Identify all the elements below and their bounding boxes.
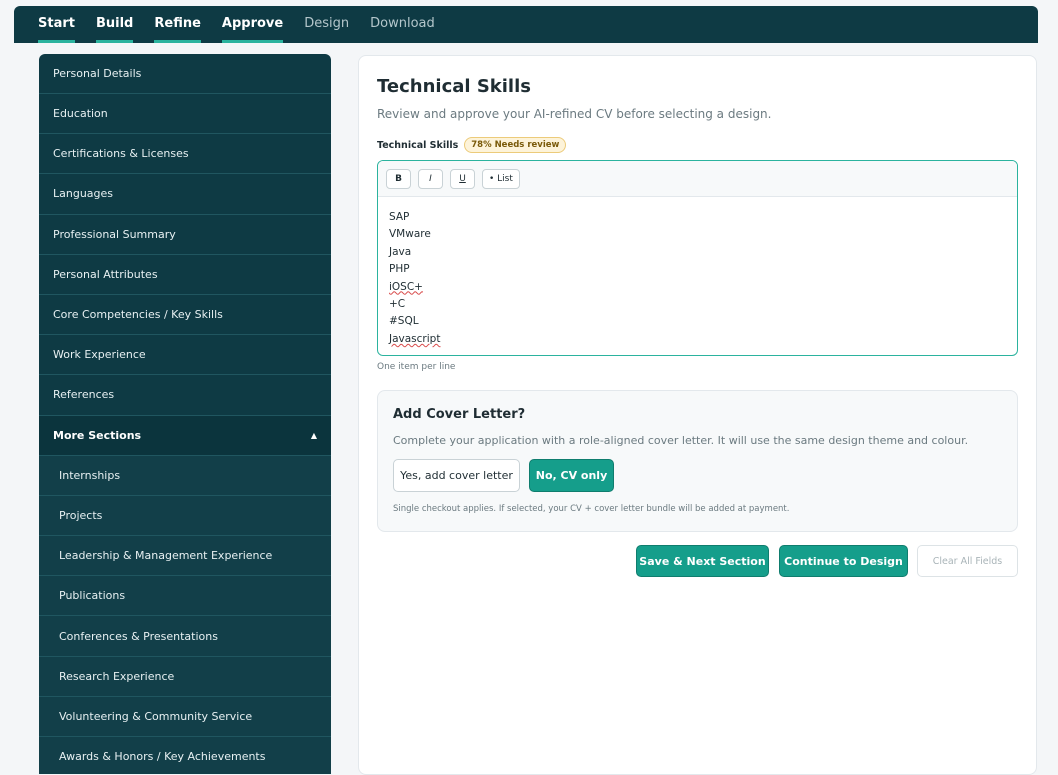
page-title: Technical Skills xyxy=(377,76,531,97)
page-intro: Review and approve your AI-refined CV be… xyxy=(377,107,772,121)
sidebar-item-languages[interactable]: Languages xyxy=(39,174,331,215)
field-hint: One item per line xyxy=(377,362,456,372)
sidebar-item-awards[interactable]: Awards & Honors / Key Achievements xyxy=(39,737,331,774)
skill-line: VMware xyxy=(389,228,431,241)
skill-line: +C xyxy=(389,298,406,311)
cover-letter-title: Add Cover Letter? xyxy=(393,407,526,422)
underline-button[interactable]: U xyxy=(450,168,475,189)
sidebar-item-conferences[interactable]: Conferences & Presentations xyxy=(39,616,331,657)
tab-download[interactable]: Download xyxy=(370,7,435,43)
skill-line: Javascript xyxy=(389,332,441,345)
sidebar-item-certifications[interactable]: Certifications & Licenses xyxy=(39,134,331,175)
skills-textarea[interactable]: SAP VMware Java PHP iOSC+ +C #SQL Javasc… xyxy=(378,197,1017,355)
cover-letter-description: Complete your application with a role-al… xyxy=(393,434,969,447)
cv-only-button[interactable]: No, CV only xyxy=(529,459,614,492)
sidebar-more-sections-toggle[interactable]: More Sections ▲ xyxy=(39,415,331,456)
sidebar-item-internships[interactable]: Internships xyxy=(39,455,331,496)
review-status-badge: 78% Needs review xyxy=(464,137,567,153)
sidebar-item-personal-attributes[interactable]: Personal Attributes xyxy=(39,255,331,295)
more-sections-label: More Sections xyxy=(53,428,142,442)
skills-editor: B I U • List SAP VMware Java PHP iOSC+ +… xyxy=(377,160,1018,356)
tab-approve[interactable]: Approve xyxy=(221,7,284,43)
tab-design[interactable]: Design xyxy=(304,7,349,43)
save-next-button[interactable]: Save & Next Section xyxy=(636,545,769,577)
skill-line: #SQL xyxy=(389,315,419,328)
add-cover-letter-button[interactable]: Yes, add cover letter xyxy=(393,459,520,492)
cover-letter-panel: Add Cover Letter? Complete your applicat… xyxy=(377,390,1018,532)
sidebar-item-volunteering[interactable]: Volunteering & Community Service xyxy=(39,696,331,737)
sidebar-item-work-experience[interactable]: Work Experience xyxy=(39,335,331,376)
sidebar-item-leadership[interactable]: Leadership & Management Experience xyxy=(39,536,331,577)
tab-refine[interactable]: Refine xyxy=(154,7,201,43)
skill-line: PHP xyxy=(389,263,410,276)
sidebar-item-references[interactable]: References xyxy=(39,375,331,416)
sidebar-item-core-competencies[interactable]: Core Competencies / Key Skills xyxy=(39,295,331,336)
chevron-up-icon: ▲ xyxy=(310,430,317,440)
sidebar-item-publications[interactable]: Publications xyxy=(39,576,331,617)
continue-to-design-button[interactable]: Continue to Design xyxy=(779,545,908,577)
editor-toolbar: B I U • List xyxy=(378,161,1017,197)
italic-button[interactable]: I xyxy=(418,168,443,189)
field-label: Technical Skills 78% Needs review xyxy=(377,137,567,153)
step-navigation: Start Build Refine Approve Design Downlo… xyxy=(14,6,1038,43)
sidebar-item-professional-summary[interactable]: Professional Summary xyxy=(39,215,331,255)
main-card: Technical Skills Review and approve your… xyxy=(358,55,1037,775)
technical-skills-label: Technical Skills xyxy=(377,139,459,151)
skill-line: SAP xyxy=(389,211,410,223)
sections-sidebar: Personal Details Education Certification… xyxy=(39,54,331,774)
sidebar-item-education[interactable]: Education xyxy=(39,94,331,135)
tab-start[interactable]: Start xyxy=(38,7,75,43)
clear-all-button[interactable]: Clear All Fields xyxy=(917,545,1018,577)
sidebar-item-personal-details[interactable]: Personal Details xyxy=(39,54,331,94)
tab-build[interactable]: Build xyxy=(95,7,134,43)
bold-button[interactable]: B xyxy=(386,168,411,189)
skill-line: Java xyxy=(389,245,412,258)
sidebar-item-projects[interactable]: Projects xyxy=(39,495,331,537)
list-button[interactable]: • List xyxy=(482,168,520,189)
checkout-note: Single checkout applies. If selected, yo… xyxy=(393,504,790,514)
skill-line: iOSC+ xyxy=(389,280,423,293)
sidebar-item-research-experience[interactable]: Research Experience xyxy=(39,656,331,697)
